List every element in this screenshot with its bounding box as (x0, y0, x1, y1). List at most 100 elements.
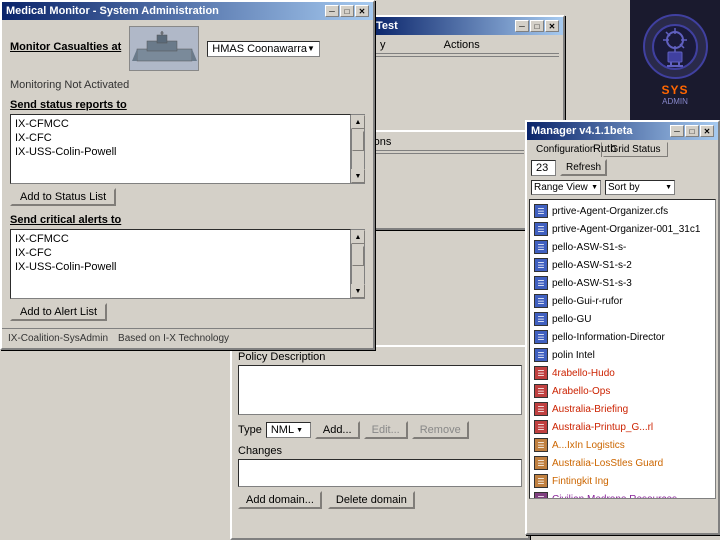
dropdown-arrow-icon3: ▼ (296, 427, 303, 434)
item-label: pello-ASW-S1-s- (552, 242, 626, 253)
remove-policy-button[interactable]: Remove (412, 421, 469, 439)
item-icon: ☰ (534, 456, 548, 470)
edit-policy-button[interactable]: Edit... (364, 421, 408, 439)
scroll-thumb[interactable] (352, 131, 364, 151)
manager-count: 23 (531, 160, 556, 176)
item-icon: ☰ (534, 330, 548, 344)
list-item[interactable]: ☰ pello-Information-Director (532, 328, 713, 346)
scroll-thumb[interactable] (352, 246, 364, 266)
policy-type-row: Type NML ▼ Add... Edit... Remove (238, 421, 522, 439)
configuration-tab[interactable]: Configuration (529, 142, 602, 157)
medical-titlebar-buttons: ─ □ ✕ (325, 5, 369, 17)
item-label: prtive-Agent-Organizer-001_31c1 (552, 224, 700, 235)
policy-footer: Add domain... Delete domain (238, 491, 522, 509)
list-item[interactable]: ☰ A...IxIn Logistics (532, 436, 713, 454)
maximize-button[interactable]: □ (530, 20, 544, 32)
list-item[interactable]: ☰ Civilian Medrone Resources (532, 490, 713, 499)
list-item[interactable]: ☰ Australia-LosStles Guard (532, 454, 713, 472)
close-button[interactable]: ✕ (700, 125, 714, 137)
list-item[interactable]: ☰ prtive-Agent-Organizer-001_31c1 (532, 220, 713, 238)
logo-sub-text: ADMIN (662, 97, 688, 106)
logo-main-text: SYS (661, 83, 688, 97)
manager-toolbar: 23 Refresh (527, 157, 718, 178)
add-alert-button[interactable]: Add to Alert List (10, 303, 107, 321)
changes-box[interactable] (238, 459, 522, 487)
manager-title: Manager v4.1.1beta (531, 125, 633, 137)
item-label: pello-GU (552, 314, 591, 325)
list-item: IX-USS-Colin-Powell (13, 260, 348, 274)
alerts-scrollbar[interactable]: ▲ ▼ (351, 229, 365, 299)
ship-image (129, 26, 199, 71)
add-status-button[interactable]: Add to Status List (10, 188, 116, 206)
type-label: Type (238, 424, 262, 436)
policy-desc-label: Policy Description (238, 351, 522, 363)
delete-domain-button[interactable]: Delete domain (328, 491, 415, 509)
item-icon: ☰ (534, 348, 548, 362)
add-domain-button[interactable]: Add domain... (238, 491, 322, 509)
list-item[interactable]: ☰ polin Intel (532, 346, 713, 364)
list-item: IX-CFMCC (13, 117, 348, 131)
send-status-label: Send status reports to (10, 99, 365, 111)
minimize-button[interactable]: ─ (670, 125, 684, 137)
list-item[interactable]: ☰ 4rabello-Hudo (532, 364, 713, 382)
add-policy-button[interactable]: Add... (315, 421, 360, 439)
col-actions-header2: Actions (351, 134, 524, 151)
list-item: IX-CFC (13, 131, 348, 145)
maximize-button[interactable]: □ (340, 5, 354, 17)
ship-name-dropdown[interactable]: HMAS Coonawarra ▼ (207, 41, 320, 57)
item-label: 4rabello-Hudo (552, 368, 615, 379)
range-view-dropdown[interactable]: Range View ▼ (531, 180, 601, 195)
close-button[interactable]: ✕ (355, 5, 369, 17)
footer-left: IX-Coalition-SysAdmin (8, 333, 108, 344)
list-item[interactable]: ☰ pello-ASW-S1-s-3 (532, 274, 713, 292)
list-item[interactable]: ☰ pello-Gui-r-rufor (532, 292, 713, 310)
manager-view-toolbar: Range View ▼ Sort by ▼ (527, 178, 718, 197)
list-item[interactable]: ☰ Arabello-Ops (532, 382, 713, 400)
refresh-button[interactable]: Refresh (560, 159, 607, 176)
list-item: IX-USS-Colin-Powell (13, 145, 348, 159)
changes-label: Changes (238, 445, 522, 457)
type-select[interactable]: NML ▼ (266, 422, 311, 438)
list-item[interactable]: ☰ pello-ASW-S1-s- (532, 238, 713, 256)
scroll-down-arrow[interactable]: ▼ (351, 169, 365, 183)
list-item[interactable]: ☰ pello-ASW-S1-s-2 (532, 256, 713, 274)
col-y-header: y (376, 37, 440, 54)
policy-desc-box[interactable] (238, 365, 522, 415)
item-label: pello-ASW-S1-s-3 (552, 278, 632, 289)
medical-content: Monitor Casualties at HMAS Coonawarra ▼ … (2, 20, 373, 335)
minimize-button[interactable]: ─ (325, 5, 339, 17)
medical-titlebar: Medical Monitor - System Administration … (2, 2, 373, 20)
medical-monitor-window: Medical Monitor - System Administration … (0, 0, 375, 350)
scroll-down-arrow[interactable]: ▼ (351, 284, 365, 298)
item-label: A...IxIn Logistics (552, 440, 625, 451)
minimize-button[interactable]: ─ (515, 20, 529, 32)
list-item[interactable]: ☰ Australia-Printup_G...rl (532, 418, 713, 436)
item-icon: ☰ (534, 312, 548, 326)
medical-footer: IX-Coalition-SysAdmin Based on I-X Techn… (2, 328, 373, 348)
item-icon: ☰ (534, 258, 548, 272)
test-title: Test (376, 20, 398, 32)
status-scrollbar[interactable]: ▲ ▼ (351, 114, 365, 184)
monitoring-status: Monitoring Not Activated (10, 79, 365, 91)
sort-by-dropdown[interactable]: Sort by ▼ (605, 180, 675, 195)
item-label: Civilian Medrone Resources (552, 494, 677, 500)
alerts-list: IX-CFMCC IX-CFC IX-USS-Colin-Powell (10, 229, 351, 299)
test-titlebar: Test ─ □ ✕ (372, 17, 563, 35)
close-button[interactable]: ✕ (545, 20, 559, 32)
item-icon: ☰ (534, 222, 548, 236)
item-icon: ☰ (534, 420, 548, 434)
list-item[interactable]: ☰ Australia-Briefing (532, 400, 713, 418)
scroll-up-arrow[interactable]: ▲ (351, 115, 365, 129)
list-item[interactable]: ☰ Fintingkit Ing (532, 472, 713, 490)
item-icon: ☰ (534, 204, 548, 218)
monitor-casualties-label: Monitor Casualties at (10, 41, 121, 53)
scroll-up-arrow[interactable]: ▲ (351, 230, 365, 244)
dropdown-arrow-icon: ▼ (307, 44, 315, 53)
policy-window: Policy Description Type NML ▼ Add... Edi… (230, 345, 530, 540)
maximize-button[interactable]: □ (685, 125, 699, 137)
item-label: pello-ASW-S1-s-2 (552, 260, 632, 271)
list-item[interactable]: ☰ prtive-Agent-Organizer.cfs (532, 202, 713, 220)
manager-titlebar: Manager v4.1.1beta ─ □ ✕ (527, 122, 718, 140)
list-item[interactable]: ☰ pello-GU (532, 310, 713, 328)
range-view-label: Range View (534, 182, 588, 193)
